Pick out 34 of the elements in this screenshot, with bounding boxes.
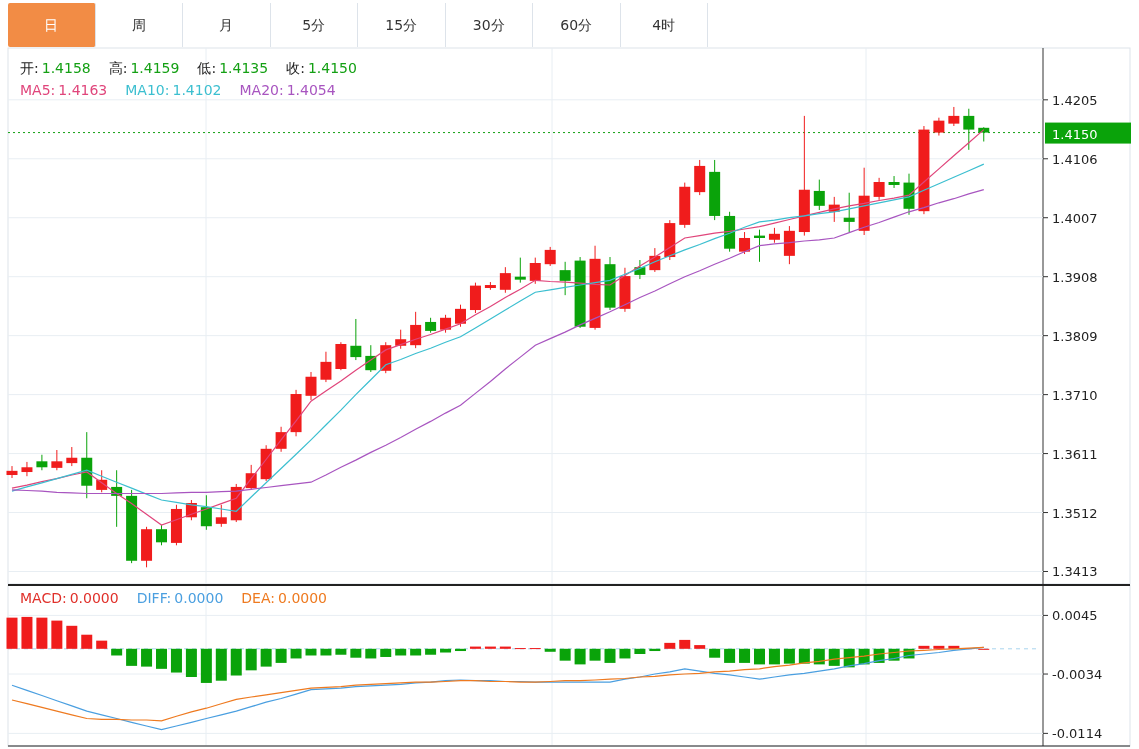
price-axis-label: 1.3809	[1052, 328, 1098, 344]
quote-value: 1.4135	[219, 59, 269, 78]
price-axis-label: 1.3413	[1052, 564, 1098, 580]
quote-label: 收:	[286, 59, 305, 78]
indicator-label: DEA:	[241, 589, 276, 608]
indicator-value: 0.0000	[69, 589, 119, 608]
indicator-label: DIFF:	[136, 589, 172, 608]
moving-average-label: MA20:	[239, 81, 284, 100]
quote-value: 1.4159	[130, 59, 180, 78]
quote-label: 低:	[197, 59, 217, 78]
quote-label: 开:	[20, 59, 39, 78]
price-axis-label: 1.4106	[1052, 151, 1098, 167]
ref-line-label: 1.4150	[1052, 126, 1098, 142]
price-axis-label: 1.3908	[1052, 269, 1098, 285]
moving-average-value: 1.4102	[172, 81, 222, 100]
moving-average-label: MA10:	[125, 81, 170, 100]
current-price-tag: 1.4150	[1045, 122, 1131, 144]
price-axis-label: 1.3611	[1052, 446, 1098, 462]
moving-average-value: 1.4163	[58, 81, 108, 100]
moving-average-label: MA5:	[20, 81, 56, 100]
indicator-axis-label: -0.0034	[1052, 667, 1103, 683]
price-axis-label: 1.4007	[1052, 210, 1098, 226]
indicator-axis-label: 0.0045	[1052, 608, 1098, 624]
quote-value: 1.4158	[41, 59, 91, 78]
indicator-value: 0.0000	[174, 589, 224, 608]
indicator-value: 0.0000	[278, 589, 328, 608]
indicator-label: MACD:	[20, 589, 67, 608]
price-axis-label: 1.4205	[1052, 92, 1098, 108]
moving-average-value: 1.4054	[286, 81, 336, 100]
indicator-axis-label: -0.0114	[1052, 726, 1103, 742]
price-axis-label: 1.3512	[1052, 505, 1098, 521]
quote-value: 1.4150	[307, 59, 357, 78]
price-axis-label: 1.3710	[1052, 387, 1098, 403]
quote-label: 高:	[108, 59, 128, 78]
